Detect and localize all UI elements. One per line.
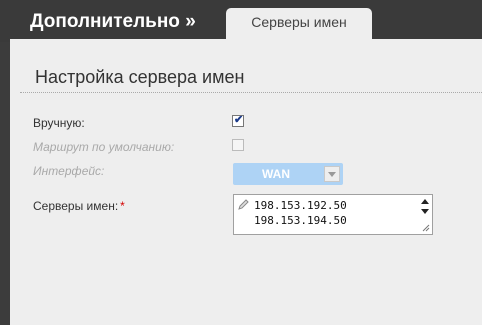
heading-divider [20,92,482,93]
scroll-up-icon[interactable] [421,199,429,204]
manual-checkbox[interactable]: ✔ [232,114,244,127]
manual-label: Вручную: [33,116,85,130]
default-route-label: Маршрут по умолчанию: [33,140,175,154]
pencil-icon [238,199,249,210]
interface-select-value: WAN [262,167,290,181]
name-server-line: 198.153.194.50 [254,214,347,227]
scroll-down-icon[interactable] [421,209,429,214]
name-servers-label-text: Серверы имен: [33,199,119,213]
name-servers-label: Серверы имен: * [33,199,125,213]
required-mark: * [120,199,125,213]
section-title[interactable]: Дополнительно » [30,11,196,33]
resize-grip-icon[interactable] [422,224,430,232]
name-servers-textarea[interactable]: 198.153.192.50 198.153.194.50 [233,194,433,235]
name-server-line: 198.153.192.50 [254,199,347,212]
tab-name-servers[interactable]: Серверы имен [226,8,372,42]
interface-dropdown-button[interactable] [324,166,340,182]
interface-select[interactable]: WAN [233,163,343,185]
interface-label: Интерфейс: [33,164,105,178]
panel-heading: Настройка сервера имен [35,67,245,87]
chevron-down-icon [328,172,336,177]
checkmark-icon: ✔ [234,114,244,126]
default-route-checkbox[interactable] [232,139,244,151]
